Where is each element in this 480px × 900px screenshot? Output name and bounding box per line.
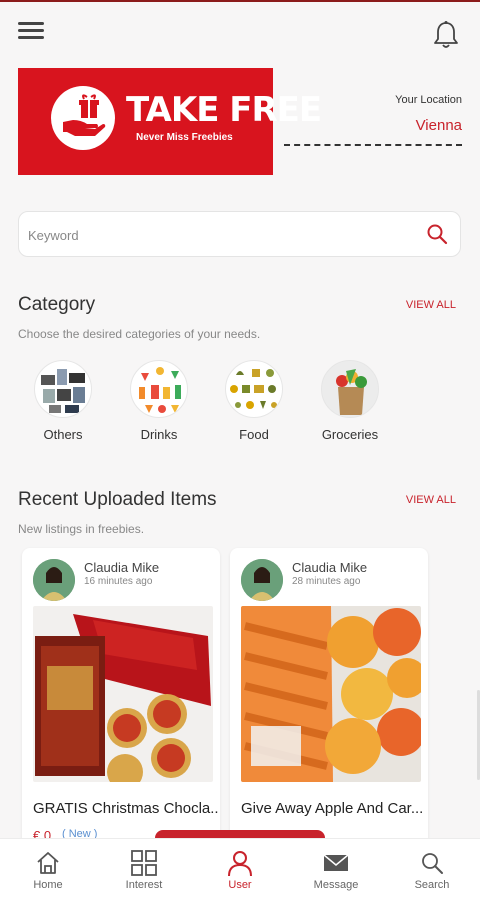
bell-icon[interactable]	[432, 20, 460, 50]
location-dashed-line	[284, 144, 462, 146]
search-input[interactable]	[28, 224, 408, 246]
location-label: Your Location	[395, 94, 462, 106]
item-title[interactable]: Give Away Apple And Car...	[241, 800, 426, 817]
user-name: Claudia Mike	[84, 560, 160, 575]
post-time: 16 minutes ago	[84, 576, 153, 587]
category-label: Others	[43, 427, 83, 442]
category-item-others[interactable]: Others	[23, 360, 103, 442]
avatar[interactable]	[33, 559, 75, 601]
groceries-icon	[321, 360, 379, 418]
user-name: Claudia Mike	[292, 560, 368, 575]
nav-item-user[interactable]: User	[192, 839, 288, 900]
category-item-drinks[interactable]: Drinks	[119, 360, 199, 442]
category-label: Food	[239, 427, 269, 442]
food-icon	[225, 360, 283, 418]
grid-icon	[131, 850, 157, 876]
recent-view-all-link[interactable]: VIEW ALL	[406, 494, 456, 506]
mail-icon	[323, 854, 349, 871]
search-bar[interactable]	[18, 211, 461, 257]
drinks-icon	[130, 360, 188, 418]
hamburger-icon[interactable]	[18, 22, 44, 42]
top-bar-line	[0, 0, 480, 2]
nav-label: Interest	[125, 879, 163, 891]
bottom-navigation: Home Interest User Message Search	[0, 838, 480, 900]
category-label: Groceries	[321, 427, 379, 442]
nav-label: User	[228, 879, 252, 891]
recent-items-title: Recent Uploaded Items	[18, 489, 217, 510]
nav-label: Search	[414, 879, 450, 891]
nav-label: Message	[313, 879, 359, 891]
search-icon[interactable]	[426, 223, 448, 245]
gift-hand-logo-icon	[51, 86, 115, 150]
nav-label: Home	[33, 879, 63, 891]
others-icon	[34, 360, 92, 418]
nav-item-home[interactable]: Home	[0, 839, 96, 900]
category-view-all-link[interactable]: VIEW ALL	[406, 299, 456, 311]
recent-items-subtitle: New listings in freebies.	[18, 522, 145, 536]
item-card[interactable]: Claudia Mike 28 minutes ago Give Away Ap…	[230, 548, 428, 848]
user-icon	[228, 851, 252, 877]
post-time: 28 minutes ago	[292, 576, 361, 587]
item-card[interactable]: Claudia Mike 16 minutes ago GRATIS Chris…	[22, 548, 220, 848]
category-item-food[interactable]: Food	[214, 360, 294, 442]
banner-subtitle: Never Miss Freebies	[136, 132, 233, 143]
search-icon	[422, 853, 443, 874]
take-free-banner[interactable]: TAKE FREE Never Miss Freebies	[18, 68, 322, 175]
home-icon	[37, 852, 59, 874]
nav-item-message[interactable]: Message	[288, 839, 384, 900]
item-photo[interactable]	[241, 606, 421, 782]
nav-item-search[interactable]: Search	[384, 839, 480, 900]
location-value[interactable]: Vienna	[416, 117, 462, 134]
category-title: Category	[18, 294, 96, 315]
avatar[interactable]	[241, 559, 283, 601]
category-label: Drinks	[140, 427, 178, 442]
item-photo[interactable]	[33, 606, 213, 782]
banner-title: TAKE FREE	[126, 90, 322, 130]
nav-item-interest[interactable]: Interest	[96, 839, 192, 900]
item-title[interactable]: GRATIS Christmas Chocla...	[33, 800, 218, 817]
category-item-groceries[interactable]: Groceries	[310, 360, 390, 442]
category-subtitle: Choose the desired categories of your ne…	[18, 327, 261, 341]
